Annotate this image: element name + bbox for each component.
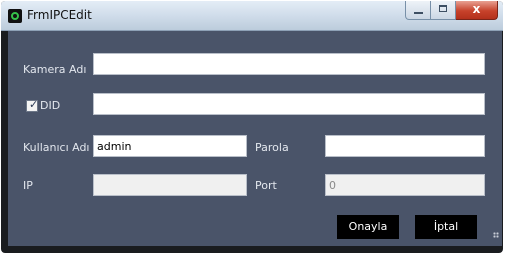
did-input[interactable] xyxy=(93,93,485,115)
window-title: FrmIPCEdit xyxy=(27,8,92,22)
minimize-icon xyxy=(414,12,423,14)
ip-label: IP xyxy=(23,179,33,192)
password-label: Parola xyxy=(255,141,289,154)
dialog-window: FrmIPCEdit x Kamera Adı ✓ DID Kullanıcı … xyxy=(1,1,503,253)
port-input[interactable] xyxy=(325,174,485,196)
check-icon: ✓ xyxy=(29,98,39,111)
cancel-button[interactable]: İptal xyxy=(415,215,477,239)
form-panel: Kamera Adı ✓ DID Kullanıcı Adı Parola IP… xyxy=(8,31,502,246)
password-input[interactable] xyxy=(325,135,485,157)
maximize-button[interactable] xyxy=(431,1,456,20)
minimize-button[interactable] xyxy=(405,1,431,20)
title-bar[interactable]: FrmIPCEdit x xyxy=(1,1,503,31)
camera-name-input[interactable] xyxy=(93,53,485,75)
app-icon xyxy=(8,9,22,23)
close-icon: x xyxy=(472,2,481,16)
ip-input[interactable] xyxy=(93,174,247,196)
port-label: Port xyxy=(255,179,277,192)
camera-name-label: Kamera Adı xyxy=(23,63,87,76)
did-label: DID xyxy=(40,99,61,112)
maximize-icon xyxy=(439,5,447,12)
close-button[interactable]: x xyxy=(456,1,498,20)
did-checkbox[interactable]: ✓ xyxy=(26,98,39,112)
username-label: Kullanıcı Adı xyxy=(23,141,90,154)
resize-grip-icon[interactable] xyxy=(493,232,499,238)
confirm-button[interactable]: Onayla xyxy=(337,215,399,239)
username-input[interactable] xyxy=(93,135,247,157)
